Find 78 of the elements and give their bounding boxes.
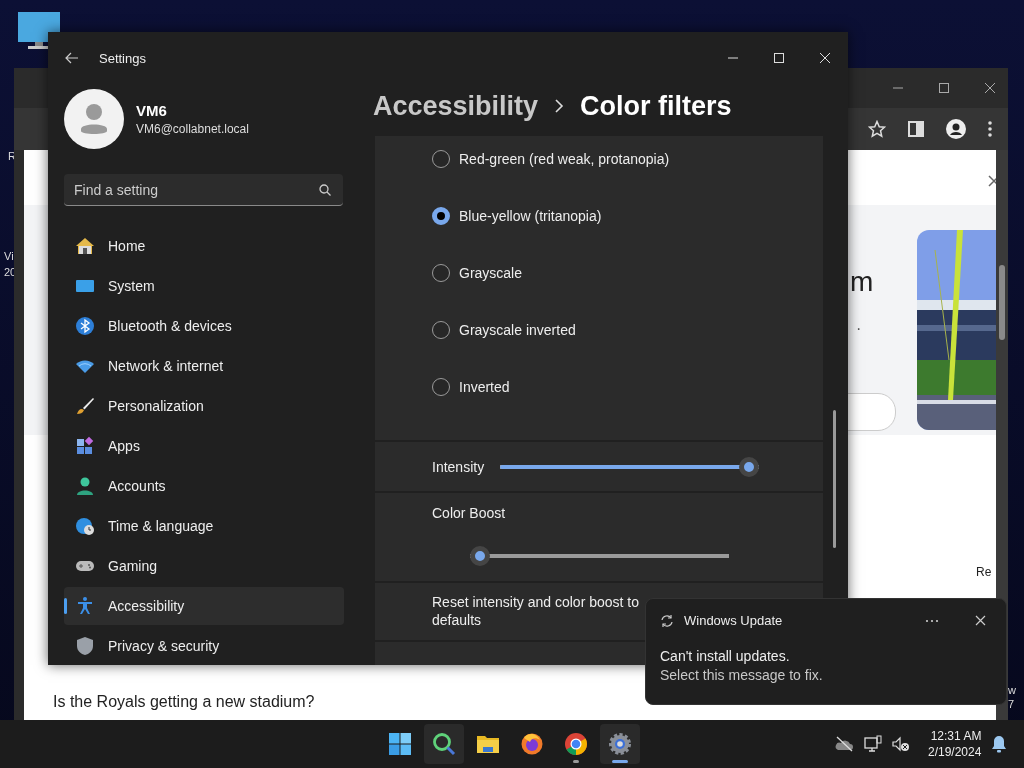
profile-icon[interactable]	[946, 119, 966, 139]
monitor-icon[interactable]	[18, 12, 60, 50]
brush-icon	[75, 396, 95, 416]
nav-item[interactable]: Accounts	[64, 467, 344, 505]
apps-icon	[75, 436, 95, 456]
more-icon[interactable]	[925, 618, 939, 623]
search-question[interactable]: Is the Royals getting a new stadium?	[53, 693, 315, 711]
radio-button[interactable]	[432, 321, 450, 339]
nav-item[interactable]: Bluetooth & devices	[64, 307, 344, 345]
slider-thumb[interactable]	[470, 546, 490, 566]
search-field[interactable]: Find a setting	[64, 174, 343, 206]
scrollbar-thumb[interactable]	[833, 410, 836, 548]
radio-option[interactable]: Red-green (red weak, protanopia)	[375, 150, 823, 207]
chrome-browser-icon	[564, 732, 588, 756]
bluetooth-icon	[75, 316, 95, 336]
radio-button[interactable]	[432, 378, 450, 396]
back-icon[interactable]	[65, 52, 79, 64]
taskbar-button[interactable]	[600, 724, 640, 764]
breadcrumb-link[interactable]: Accessibility	[373, 90, 539, 122]
desktop-label: Vi	[4, 250, 14, 262]
nav-item[interactable]: Personalization	[64, 387, 344, 425]
network-icon[interactable]	[864, 735, 882, 753]
radio-option[interactable]: Grayscale inverted	[375, 321, 823, 378]
radio-option[interactable]: Grayscale	[375, 264, 823, 321]
nav-item[interactable]: Network & internet	[64, 347, 344, 385]
nav-item[interactable]: Privacy & security	[64, 627, 344, 665]
desktop-label: w	[1008, 684, 1016, 696]
desktop-label: 7	[1008, 698, 1015, 710]
shield-icon	[75, 636, 95, 656]
nav-item[interactable]: Apps	[64, 427, 344, 465]
radio-button[interactable]	[432, 150, 450, 168]
search-icon	[319, 184, 331, 196]
radio-button[interactable]	[432, 264, 450, 282]
nav-item[interactable]: System	[64, 267, 344, 305]
notification[interactable]: Windows Update Can't install updates. Select this message to fix.	[645, 598, 1007, 705]
bell-icon[interactable]	[991, 735, 1008, 753]
side-panel-icon[interactable]	[908, 121, 924, 137]
app-name: Windows Update	[684, 613, 783, 628]
cloud-off-icon[interactable]	[834, 736, 854, 752]
notification-title: Can't install updates.	[660, 648, 791, 664]
heading-fragment: m	[850, 266, 874, 298]
slider-label: Color Boost	[432, 505, 507, 521]
nav-item[interactable]: Time & language	[64, 507, 344, 545]
search-icon	[432, 732, 456, 756]
windows-logo-icon	[388, 732, 412, 756]
fox-browser-icon	[520, 732, 544, 756]
nav-item[interactable]: Home	[64, 227, 344, 265]
refresh-icon	[660, 613, 674, 628]
nav-item[interactable]: Gaming	[64, 547, 344, 585]
volume-muted-icon[interactable]	[892, 736, 910, 752]
text-fragment: Re	[976, 565, 992, 579]
window-title: Settings	[99, 50, 146, 66]
radio-option[interactable]: Blue-yellow (tritanopia)	[375, 207, 823, 264]
globe-icon	[75, 516, 95, 536]
maximize-icon[interactable]	[938, 82, 950, 94]
nav-item[interactable]: Accessibility	[64, 587, 344, 625]
star-icon[interactable]	[868, 120, 886, 138]
home-icon	[75, 236, 95, 256]
text-fragment: ·	[856, 320, 862, 338]
more-icon[interactable]	[988, 121, 992, 137]
accessibility-icon	[75, 596, 95, 616]
person-icon	[75, 476, 95, 496]
page-title: Color filters	[580, 90, 732, 122]
user-name: VM6	[136, 102, 168, 119]
notification-message: Select this message to fix.	[660, 667, 824, 683]
radio-button[interactable]	[432, 207, 450, 225]
user-email: VM6@collabnet.local	[136, 122, 249, 136]
setting-label: Reset intensity and color boost to defaults	[432, 593, 640, 629]
taskbar-button[interactable]	[424, 724, 464, 764]
clock-time[interactable]: 12:31 AM	[930, 728, 982, 744]
radio-option[interactable]: Inverted	[375, 378, 823, 435]
settings-icon	[608, 732, 632, 756]
slider-thumb[interactable]	[739, 456, 760, 477]
chevron-icon	[554, 99, 565, 113]
slider-label: Intensity	[432, 458, 485, 475]
avatar-icon[interactable]	[64, 89, 124, 149]
clock-date[interactable]: 2/19/2024	[928, 744, 982, 760]
close-icon[interactable]	[984, 82, 996, 94]
